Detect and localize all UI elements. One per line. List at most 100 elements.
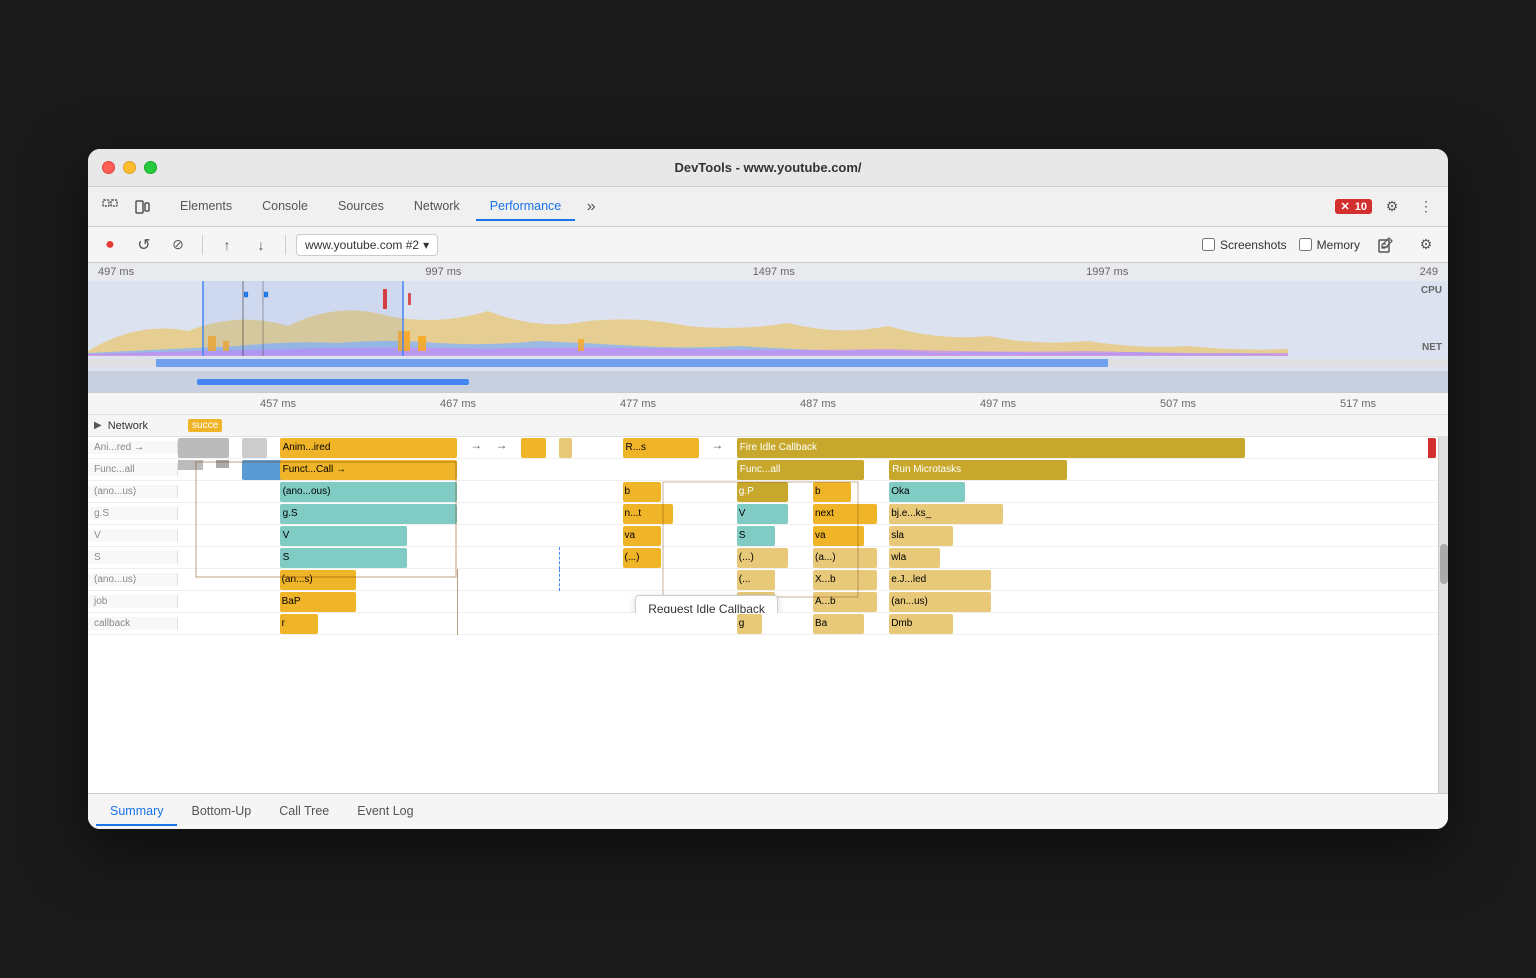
block-gray-1 [178,438,229,458]
memory-checkbox[interactable]: Memory [1299,238,1360,252]
flame-row-5[interactable]: S S (...) (...) (a...) wla [88,547,1448,569]
tab-summary[interactable]: Summary [96,798,177,826]
device-toolbar-icon[interactable] [128,193,156,221]
block-dmb[interactable]: Dmb [889,614,953,634]
long-task-marker-2 [408,293,411,305]
block-3dots[interactable]: (... [737,570,775,590]
minimize-button[interactable] [123,161,136,174]
block-dots2[interactable]: (...) [737,548,788,568]
settings-icon[interactable]: ⚙ [1378,193,1406,221]
block-ano-ous[interactable]: (ano...ous) [280,482,458,502]
download-button[interactable]: ↓ [247,231,275,259]
flame-row-6[interactable]: (ano...us) (an...s) (... X...b e.J...led [88,569,1448,591]
request-idle-callback-tooltip: Request Idle Callback [635,595,778,613]
arrow-3: → [711,438,723,452]
maximize-button[interactable] [144,161,157,174]
time-mark-4: 487 ms [728,398,908,410]
tab-network[interactable]: Network [400,193,474,221]
timeline-overview-area[interactable]: 497 ms 997 ms 1497 ms 1997 ms 249 CPU NE… [88,263,1448,393]
toolbar-sep-2 [285,235,286,255]
block-v2[interactable]: V [280,526,407,546]
block-gs1[interactable]: g.S [280,504,458,524]
overview-mark-4: 1997 ms [1086,266,1128,278]
block-sla[interactable]: sla [889,526,953,546]
block-fire-idle-callback[interactable]: Fire Idle Callback [737,438,1245,458]
block-anus[interactable]: (an...us) [889,592,991,612]
block-ejled[interactable]: e.J...led [889,570,991,590]
flame-row-3[interactable]: g.S g.S n...t V next bj.e...ks_ [88,503,1448,525]
block-r[interactable]: r [280,614,318,634]
flame-row-1[interactable]: Func...all Funct...Call → Func...all Run… [88,459,1448,481]
row-content-7: BaP Request Idle Callback a... A...b (an… [178,591,1448,613]
row-label-2: (ano...us) [88,485,178,498]
flame-row-7[interactable]: job BaP Request Idle Callback a... A...b… [88,591,1448,613]
block-run-microtasks[interactable]: Run Microtasks [889,460,1067,480]
flame-row-2[interactable]: (ano...us) (ano...ous) b g.P b Oka [88,481,1448,503]
block-b2[interactable]: b [813,482,851,502]
block-bjeks[interactable]: bj.e...ks_ [889,504,1003,524]
block-oka[interactable]: Oka [889,482,965,502]
upload-button[interactable]: ↑ [213,231,241,259]
url-selector[interactable]: www.youtube.com #2 ▾ [296,234,438,256]
network-section-header: ▶ Network succe [88,415,1448,437]
memory-input[interactable] [1299,238,1312,251]
tab-sources[interactable]: Sources [324,193,398,221]
time-mark-5: 497 ms [908,398,1088,410]
block-funct-call[interactable]: Funct...Call → [280,460,458,480]
block-ba[interactable]: Ba [813,614,864,634]
reload-button[interactable]: ↺ [130,231,158,259]
block-xb[interactable]: X...b [813,570,877,590]
block-nt[interactable]: n...t [623,504,674,524]
arrow-2: → [496,438,508,452]
dashed-line-s [559,547,560,569]
overview-mark-3: 1497 ms [753,266,795,278]
more-tabs-icon[interactable]: » [577,193,605,221]
block-a-dots[interactable]: (a...) [813,548,877,568]
flame-row-4[interactable]: V V va S va sla [88,525,1448,547]
screenshots-input[interactable] [1202,238,1215,251]
capture-settings-icon[interactable]: ⚙ [1412,231,1440,259]
block-va2[interactable]: va [813,526,864,546]
block-bap[interactable]: BaP [280,592,356,612]
devtools-tab-bar: Elements Console Sources Network Perform… [88,187,1448,227]
pause-icon-1: ⏸ [243,287,249,302]
block-gray-2 [242,438,267,458]
timeline-handle[interactable] [88,371,1448,393]
block-wla[interactable]: wla [889,548,940,568]
screenshots-checkbox[interactable]: Screenshots [1202,238,1287,252]
block-b1[interactable]: b [623,482,661,502]
tab-bottom-up[interactable]: Bottom-Up [177,798,265,826]
block-next[interactable]: next [813,504,877,524]
close-button[interactable] [102,161,115,174]
row-content-5: S (...) (...) (a...) wla [178,547,1448,569]
block-ab[interactable]: A...b [813,592,877,612]
tab-console[interactable]: Console [248,193,322,221]
clear-button[interactable]: ⊘ [164,231,192,259]
block-g[interactable]: g [737,614,762,634]
tab-call-tree[interactable]: Call Tree [265,798,343,826]
block-s1[interactable]: S [737,526,775,546]
tab-event-log[interactable]: Event Log [343,798,427,826]
block-func-all[interactable]: Func...all [737,460,864,480]
tab-elements[interactable]: Elements [166,193,246,221]
block-v1[interactable]: V [737,504,788,524]
block-s2[interactable]: S [280,548,407,568]
block-gp[interactable]: g.P [737,482,788,502]
paint-profiler-icon[interactable] [1372,231,1400,259]
block-ans[interactable]: (an...s) [280,570,356,590]
network-toggle[interactable]: ▶ [88,420,108,431]
overview-mark-5: 249 [1420,266,1438,278]
block-dots1[interactable]: (...) [623,548,661,568]
block-anim-ired[interactable]: Anim...ired [280,438,458,458]
record-button[interactable]: ● [96,231,124,259]
inspector-icon[interactable] [96,193,124,221]
flame-row-0[interactable]: Ani...red → Anim...ired → → [88,437,1448,459]
block-va1[interactable]: va [623,526,661,546]
pause-icon-2: ⏸ [263,287,269,302]
more-options-icon[interactable]: ⋮ [1412,193,1440,221]
flame-row-8[interactable]: callback r g Ba Dmb [88,613,1448,635]
tab-performance[interactable]: Performance [476,193,576,221]
block-rs[interactable]: R...s [623,438,699,458]
flame-chart-area: 457 ms 467 ms 477 ms 487 ms 497 ms 507 m… [88,393,1448,793]
error-icon: ✕ [1340,201,1349,213]
